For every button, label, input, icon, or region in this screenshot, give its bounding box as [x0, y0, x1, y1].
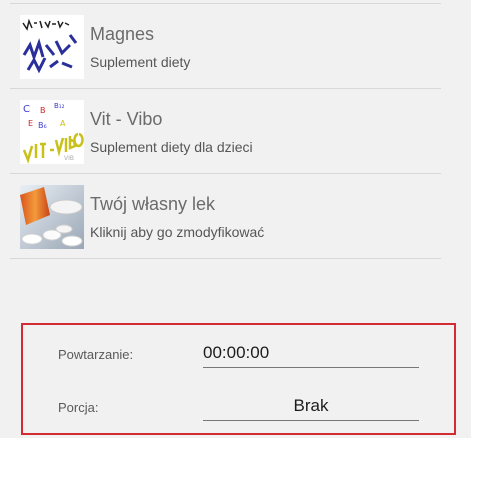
item-subtitle: Kliknij aby go zmodyfikować: [90, 224, 265, 240]
svg-text:E: E: [28, 119, 33, 128]
svg-text:A: A: [60, 119, 66, 128]
list-item-magnes[interactable]: Magnes Suplement diety: [10, 3, 441, 88]
svg-text:B₆: B₆: [38, 121, 47, 130]
svg-text:C: C: [23, 104, 30, 115]
portion-label: Porcja:: [58, 400, 99, 415]
list-item-custom-medicine[interactable]: Twój własny lek Kliknij aby go zmodyfiko…: [10, 173, 441, 259]
item-title: Magnes: [90, 24, 155, 44]
repeat-time-field[interactable]: 00:00:00: [203, 343, 419, 368]
vit-vibo-logo-icon: C B B₁₂ E B₆ A VIB: [20, 100, 84, 164]
svg-text:B₁₂: B₁₂: [54, 102, 65, 110]
list-item-vit-vibo[interactable]: C B B₁₂ E B₆ A VIB Vit - Vibo Suplement …: [10, 88, 441, 173]
repeat-label: Powtarzanie:: [58, 347, 134, 362]
content-panel: Magnes Suplement diety C B B₁₂ E B₆ A VI…: [0, 0, 471, 438]
dose-settings-box: Powtarzanie: 00:00:00 Porcja: Brak: [21, 323, 456, 435]
svg-text:VIB: VIB: [64, 155, 74, 162]
magnes-logo-icon: [20, 15, 84, 79]
supplement-list: Magnes Suplement diety C B B₁₂ E B₆ A VI…: [10, 3, 441, 259]
svg-text:B: B: [40, 106, 46, 115]
item-subtitle: Suplement diety: [90, 54, 191, 70]
item-subtitle: Suplement diety dla dzieci: [90, 139, 253, 155]
pills-photo-icon: [20, 185, 84, 249]
item-title: Twój własny lek: [90, 194, 216, 214]
item-title: Vit - Vibo: [90, 109, 163, 129]
portion-field[interactable]: Brak: [203, 396, 419, 421]
